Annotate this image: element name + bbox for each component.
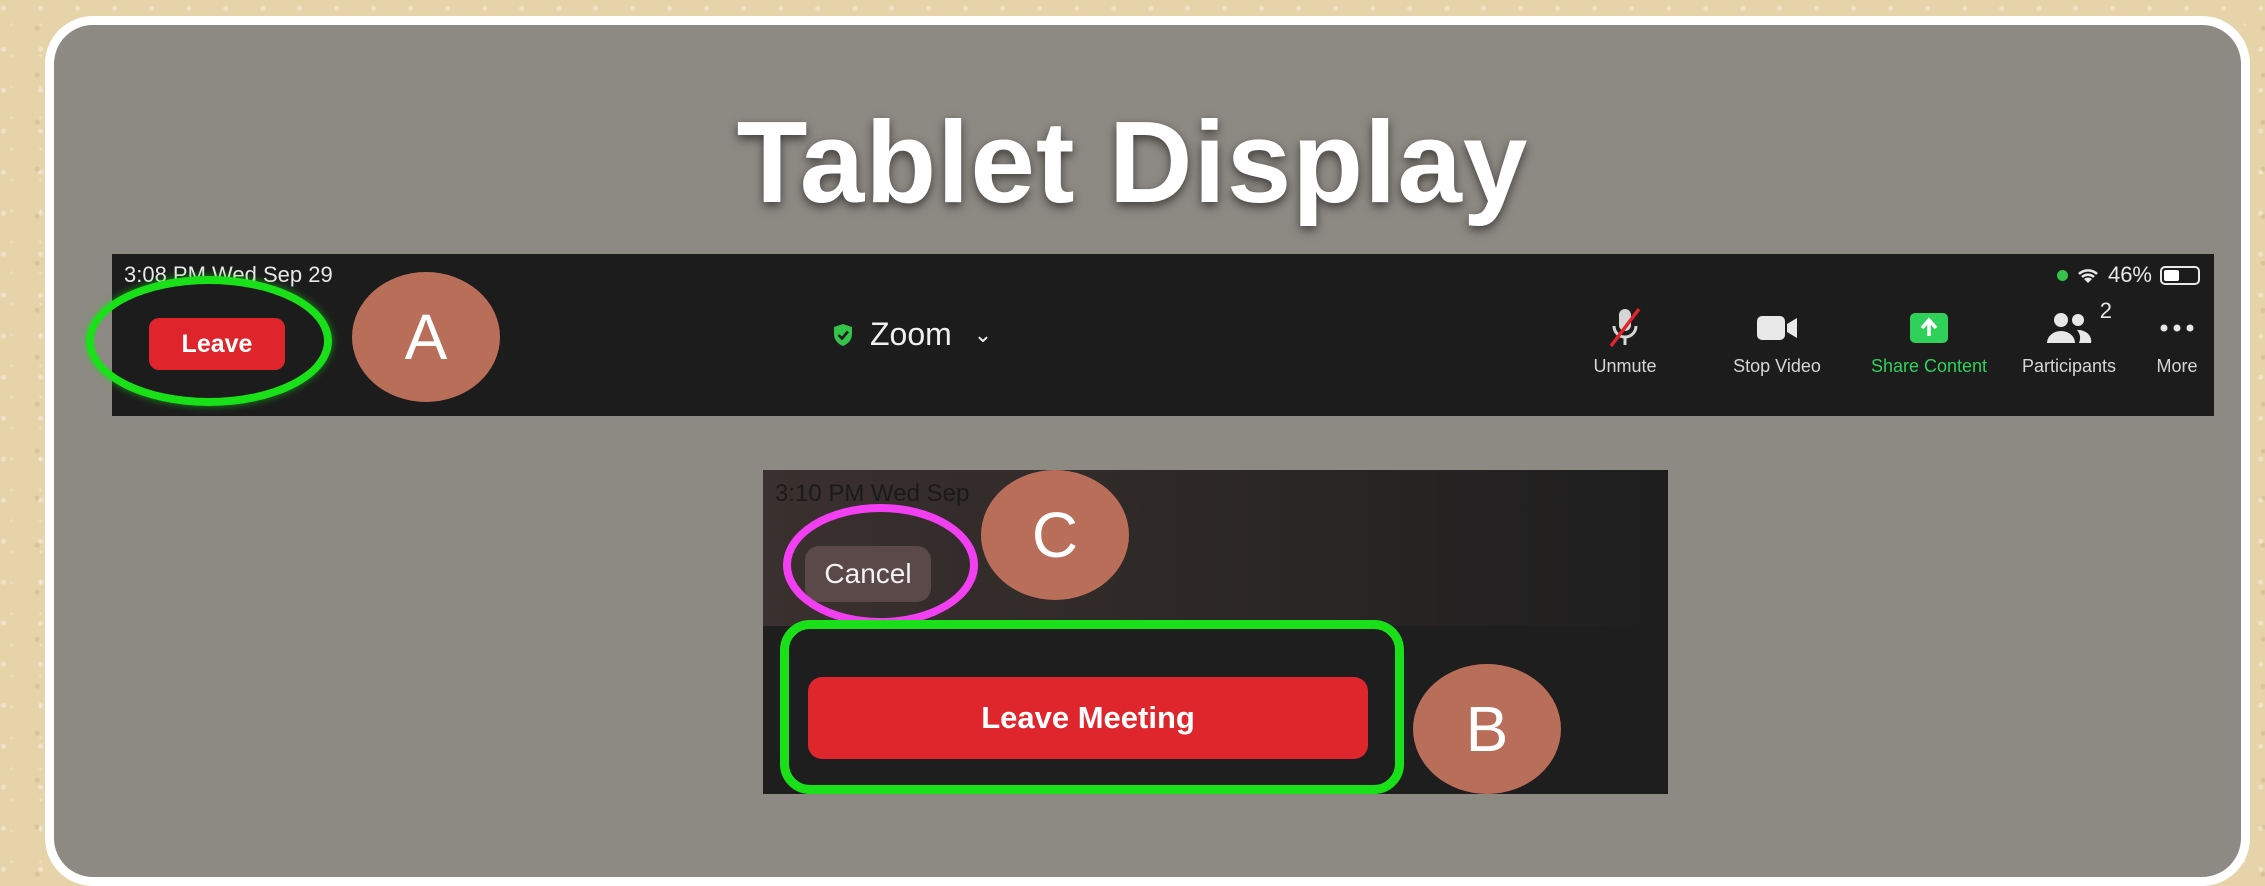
callout-badge-c: C: [981, 470, 1129, 600]
share-content-button[interactable]: Share Content: [1864, 304, 1994, 377]
more-label: More: [2156, 356, 2198, 376]
meeting-title: Zoom: [870, 316, 952, 352]
share-content-label: Share Content: [1870, 356, 1988, 376]
participants-label: Participants: [2021, 356, 2117, 376]
cancel-button[interactable]: Cancel: [805, 546, 931, 602]
share-arrow-icon: [1910, 313, 1948, 343]
callout-badge-a: A: [352, 272, 500, 402]
participants-icon: [2047, 313, 2092, 343]
status-time: 3:08 PM Wed Sep 29: [124, 262, 333, 287]
participant-count: 2: [2099, 298, 2112, 323]
battery-fill: [2164, 269, 2179, 281]
modal-status-time: 3:10 PM Wed Sep: [775, 480, 970, 507]
muted-mic-icon: [1609, 307, 1641, 348]
video-camera-icon: [1757, 316, 1797, 340]
leave-button[interactable]: Leave: [149, 318, 285, 370]
participants-button[interactable]: 2 Participants: [2004, 298, 2134, 377]
leave-meeting-button[interactable]: Leave Meeting: [808, 677, 1368, 759]
dimmed-header: 3:10 PM Wed Sep Cancel: [763, 470, 1668, 626]
shield-check-icon: [834, 323, 852, 346]
wifi-icon: [2078, 269, 2098, 283]
stop-video-label: Stop Video: [1733, 356, 1821, 376]
more-dots-icon: [2160, 324, 2194, 332]
callout-badge-b: B: [1413, 664, 1561, 794]
status-indicators: 46%: [2056, 262, 2200, 288]
recording-dot-icon: [2056, 269, 2068, 281]
chevron-down-icon: ⌄: [973, 321, 993, 347]
stop-video-button[interactable]: Stop Video: [1712, 304, 1842, 377]
unmute-label: Unmute: [1593, 356, 1657, 376]
unmute-button[interactable]: Unmute: [1560, 304, 1690, 377]
battery-icon: [2160, 265, 2200, 285]
battery-percent: 46%: [2107, 262, 2152, 287]
meeting-title-dropdown[interactable]: Zoom ⌄: [832, 316, 992, 353]
more-button[interactable]: More: [2134, 304, 2214, 377]
slide-title: Tablet Display: [736, 97, 1529, 227]
